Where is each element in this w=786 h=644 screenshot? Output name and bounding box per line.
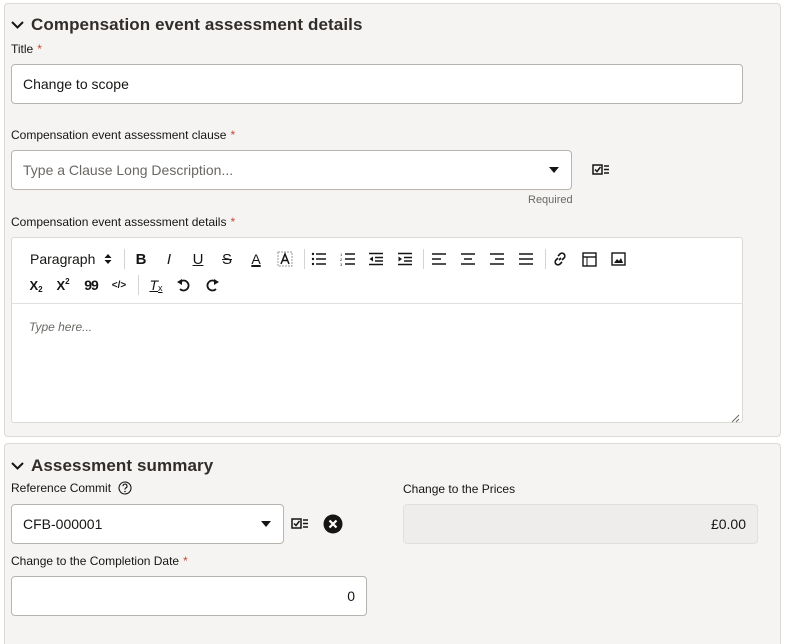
title-input-value: Change to scope: [23, 76, 129, 92]
rich-text-editor[interactable]: Paragraph B I U S A 123 X 2 X 2 99 </> T…: [11, 237, 743, 423]
blockquote-button[interactable]: 99: [82, 275, 100, 295]
editor-toolbar: Paragraph B I U S A 123 X 2 X 2 99 </> T…: [12, 238, 742, 304]
outdent-icon[interactable]: [367, 249, 385, 269]
align-justify-icon[interactable]: [517, 249, 535, 269]
reference-commit-select[interactable]: CFB-000001: [11, 504, 284, 544]
code-button[interactable]: </>: [110, 275, 128, 295]
image-icon[interactable]: [609, 249, 627, 269]
select-list-icon[interactable]: [289, 513, 311, 535]
undo-icon[interactable]: [174, 275, 192, 295]
bold-button[interactable]: B: [132, 249, 150, 269]
change-completion-input[interactable]: 0: [11, 576, 367, 616]
toolbar-separator: [423, 249, 424, 269]
italic-button[interactable]: I: [160, 249, 178, 269]
select-list-icon[interactable]: [590, 159, 612, 181]
clause-label: Compensation event assessment clause *: [11, 128, 235, 142]
align-left-icon[interactable]: [430, 249, 448, 269]
paragraph-select[interactable]: Paragraph: [30, 249, 112, 269]
title-input[interactable]: Change to scope: [11, 64, 743, 104]
chevron-down-icon: [9, 458, 25, 474]
details-label: Compensation event assessment details *: [11, 215, 235, 229]
highlight-color-icon[interactable]: [276, 249, 294, 269]
clear-format-button[interactable]: Tx: [146, 275, 166, 295]
toolbar-separator: [138, 275, 139, 295]
toolbar-separator: [124, 249, 125, 269]
redo-icon[interactable]: [203, 275, 221, 295]
superscript-x: X: [56, 277, 66, 293]
caret-down-icon: [549, 167, 559, 173]
required-asterisk: *: [183, 554, 188, 568]
help-icon[interactable]: [118, 481, 132, 495]
change-completion-value: 0: [347, 588, 355, 604]
superscript-mark: 2: [65, 276, 70, 286]
change-completion-label: Change to the Completion Date *: [11, 554, 188, 568]
assessment-summary-header[interactable]: Assessment summary: [9, 456, 213, 476]
link-icon[interactable]: [551, 249, 569, 269]
section-title: Assessment summary: [31, 456, 214, 475]
reference-commit-label-text: Reference Commit: [11, 481, 112, 495]
svg-text:3: 3: [340, 262, 343, 266]
reference-commit-value: CFB-000001: [23, 516, 103, 532]
section-title: Compensation event assessment details: [31, 15, 363, 34]
align-center-icon[interactable]: [459, 249, 477, 269]
clause-select[interactable]: Type a Clause Long Description...: [11, 150, 572, 190]
reference-commit-label: Reference Commit: [11, 481, 132, 495]
caret-down-icon: [261, 521, 271, 527]
updown-icon: [104, 254, 112, 264]
details-label-text: Compensation event assessment details: [11, 215, 227, 229]
toolbar-separator: [545, 249, 546, 269]
change-prices-readonly: £0.00: [403, 504, 758, 544]
required-helper-text: Required: [528, 194, 573, 206]
subscript-x: X: [29, 277, 39, 293]
underline-button[interactable]: U: [189, 249, 207, 269]
resize-handle-icon[interactable]: [730, 410, 740, 423]
bullet-list-icon[interactable]: [310, 249, 328, 269]
paragraph-select-label: Paragraph: [30, 251, 96, 267]
strikethrough-button[interactable]: S: [218, 249, 236, 269]
editor-content-placeholder: Type here...: [29, 320, 93, 334]
indent-icon[interactable]: [396, 249, 414, 269]
clause-select-placeholder: Type a Clause Long Description...: [23, 162, 234, 178]
clear-icon[interactable]: [322, 513, 344, 535]
required-asterisk: *: [230, 215, 236, 229]
chevron-down-icon: [9, 17, 25, 33]
clear-format-t: T: [149, 277, 159, 293]
subscript-button[interactable]: X2: [27, 275, 45, 295]
toolbar-separator: [304, 249, 305, 269]
numbered-list-icon[interactable]: 123: [339, 249, 357, 269]
superscript-button[interactable]: X2: [54, 275, 72, 295]
subscript-mark: 2: [38, 284, 43, 294]
table-icon[interactable]: [580, 249, 598, 269]
title-label: Title *: [11, 42, 42, 56]
required-asterisk: *: [37, 42, 42, 56]
required-asterisk: *: [230, 128, 236, 142]
clear-format-x: x: [158, 283, 163, 293]
title-label-text: Title: [11, 42, 34, 56]
change-prices-value: £0.00: [710, 516, 746, 532]
clause-label-text: Compensation event assessment clause: [11, 128, 227, 142]
assessment-details-header[interactable]: Compensation event assessment details: [9, 15, 363, 35]
font-color-button[interactable]: A: [247, 249, 265, 269]
change-prices-label: Change to the Prices: [403, 482, 516, 496]
align-right-icon[interactable]: [488, 249, 506, 269]
change-completion-label-text: Change to the Completion Date: [11, 554, 180, 568]
